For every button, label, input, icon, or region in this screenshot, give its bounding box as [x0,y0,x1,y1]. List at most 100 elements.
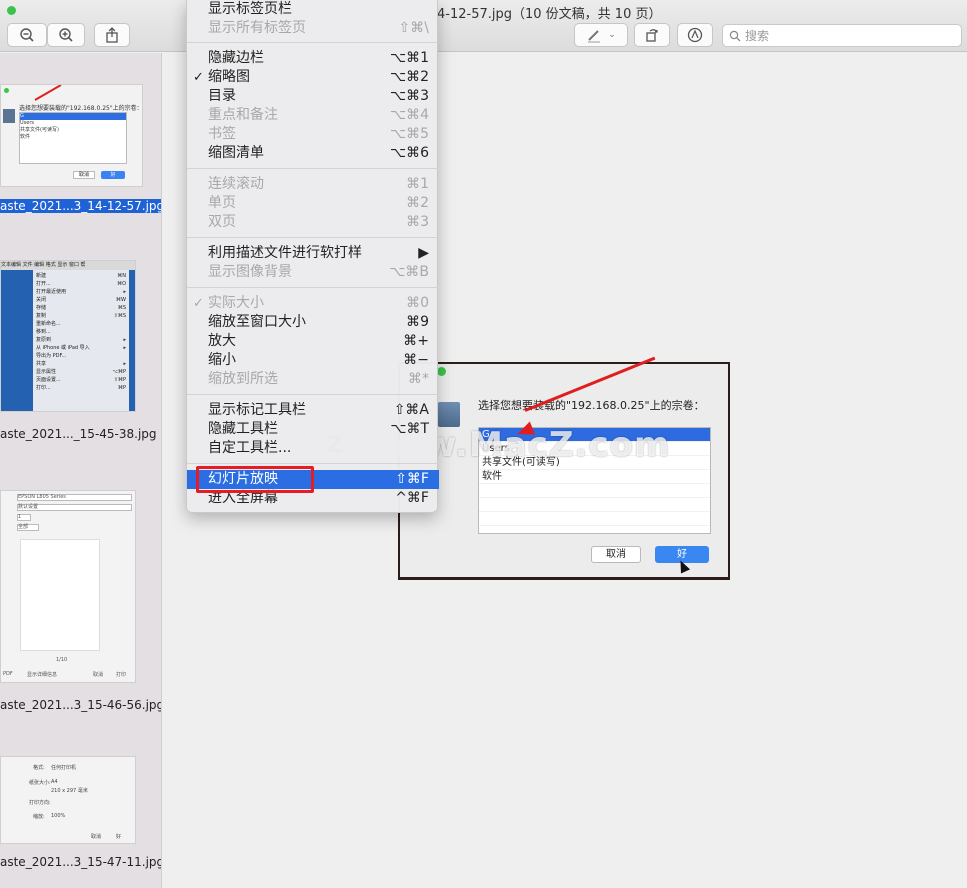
menu-item[interactable]: 缩图清单 ⌥⌘6 [187,144,439,163]
thumb-menu-item-label: 打开最近使用 [36,289,67,295]
thumb-format-value: 任何打印机 [51,765,77,771]
server-volume-icon [438,402,460,427]
menu-item[interactable]: 显示标记工具栏 ⇧⌘A [187,401,439,420]
menu-item-label: 双页 [208,214,236,230]
menu-separator [187,463,439,464]
markup-icon [687,27,703,43]
checkmark-icon: ✓ [193,70,204,85]
thumb-menu-item: 移到... [36,328,126,336]
thumb-format-label: 格式: [33,765,45,771]
thumbnail-4[interactable]: 格式: 任何打印机 纸张大小: A4 210 x 297 毫米 打印方向: 缩放… [0,756,136,844]
thumbnail-3[interactable]: EPSON L805 Series 默认设置 1 全部 1/10 PDF 显示详… [0,490,136,683]
menu-item-shortcut: ⇧⌘A [393,402,429,418]
menu-item: 显示图像背景 ⌥⌘B [187,263,439,282]
menu-item-shortcut: ⌥⌘T [390,421,429,437]
thumb-menu-item-label: 关闭 [36,297,47,303]
thumbnail-caption-3[interactable]: aste_2021...3_15-46-56.jpg [0,698,161,712]
menu-item-label: 利用描述文件进行软打样 [208,245,362,261]
menu-item-shortcut: ⌥⌘1 [389,50,429,66]
menu-item-label: 缩放到所选 [208,371,278,387]
thumb-list-item: 共享文件(可读写) [20,127,59,133]
thumb-menu-item-shortcut: ⌘S [117,305,126,311]
menu-item-label: 目录 [208,88,236,104]
thumb-menu-item-label: 移到... [36,329,51,335]
thumb-menu-item-shortcut: ⌘N [117,273,126,279]
menu-item-label: 单页 [208,195,236,211]
menu-item: ✓ 实际大小 ⌘0 [187,294,439,313]
menu-item-shortcut: ⌘* [408,371,429,387]
thumb-menu-item-shortcut: ▸ [123,337,126,343]
thumb-print-preview [20,539,100,651]
rotate-icon [646,29,658,42]
zoom-out-button[interactable] [7,23,47,47]
thumb-pages-field: 全部 [17,524,39,531]
document-image: 选择您想要装载的"192.168.0.25"上的宗卷： G Users 共享文件… [398,356,730,580]
menu-item[interactable]: 放大 ⌘+ [187,332,439,351]
menu-item-label: 显示所有标签页 [208,20,306,36]
window-title: 4-12-57.jpg（10 份文稿，共 10 页） [437,7,662,22]
menu-item[interactable]: 显示标签页栏 [187,0,439,19]
menu-item: 缩放到所选 ⌘* [187,370,439,389]
thumb-menu-item: 从 iPhone 或 iPad 导入 ▸ [36,344,126,352]
menu-item-shortcut: ⌘9 [406,314,429,330]
thumb-menu-item-shortcut: ▸ [123,361,126,367]
thumb-paper-dims: 210 x 297 毫米 [51,788,88,794]
rotate-button[interactable] [634,23,670,47]
thumbnail-2[interactable]: 文本编辑 文件 编辑 格式 显示 窗口 帮 新建 ⌘N 打开... ⌘O 打开最近使用 ▸… [0,260,136,412]
menu-item[interactable]: 自定工具栏... [187,439,439,458]
menu-item-label: 重点和备注 [208,107,278,123]
share-button[interactable] [94,23,130,47]
volume-item-empty [479,498,710,512]
window-zoom-button[interactable] [7,6,16,15]
menu-item: 显示所有标签页 ⇧⌘\ [187,19,439,38]
menu-item[interactable]: 隐藏工具栏 ⌥⌘T [187,420,439,439]
menu-item[interactable]: 缩放至窗口大小 ⌘9 [187,313,439,332]
thumbnail-caption-2[interactable]: aste_2021..._15-45-38.jpg [0,427,157,441]
menu-item-shortcut: ⌥⌘B [389,264,429,280]
menu-item[interactable]: 隐藏边栏 ⌥⌘1 [187,49,439,68]
menu-item-shortcut: ⌥⌘6 [389,145,429,161]
thumbnail-caption-1[interactable]: aste_2021...3_14-12-57.jpg [0,199,161,213]
menu-item-shortcut: ⇧⌘F [395,471,429,487]
menu-item[interactable]: ✓ 缩略图 ⌥⌘2 [187,68,439,87]
thumbnail-caption-4[interactable]: aste_2021...3_15-47-11.jpg [0,855,161,869]
thumb-print: 打印 [116,672,127,678]
thumbnail-sidebar: 选择您想要装载的"192.168.0.25"上的宗卷： G Users 共享文件… [0,53,162,888]
thumb-menu-item-shortcut: ▸ [123,289,126,295]
thumb-list-item: G [20,113,126,120]
zoom-in-button[interactable] [47,23,85,47]
thumb-list-item: 软件 [20,134,31,140]
thumb-cancel: 取消 [73,171,95,179]
menu-item: 书签 ⌥⌘5 [187,125,439,144]
menu-item-label: 书签 [208,126,236,142]
menu-separator [187,42,439,43]
thumb-paper-label: 纸张大小: [29,780,51,786]
thumb-volume-list: G Users 共享文件(可读写) 软件 [19,112,127,164]
menu-item[interactable]: 目录 ⌥⌘3 [187,87,439,106]
search-field[interactable]: 搜索 [722,24,962,47]
menu-item-shortcut: ⌘1 [406,176,429,192]
thumb-ok: 好 [116,834,122,840]
menu-item[interactable]: 利用描述文件进行软打样 ▶ [187,244,439,263]
menu-item: 连续滚动 ⌘1 [187,175,439,194]
menu-item[interactable]: 缩小 ⌘− [187,351,439,370]
volume-item: 软件 [479,470,710,484]
markup-pen-button[interactable]: ⌄ [574,23,628,47]
thumb-menu-item: 关闭 ⌘W [36,296,126,304]
thumb-menu-item: 导出为 PDF... [36,352,126,360]
menu-item-shortcut: ⌘+ [403,333,429,349]
thumb-scale-value: 100% [51,813,66,819]
thumb-menu-item: 新建 ⌘N [36,272,126,280]
markup-toolbar-button[interactable] [677,23,713,47]
pen-icon [588,30,601,43]
thumbnail-1[interactable]: 选择您想要装载的"192.168.0.25"上的宗卷： G Users 共享文件… [0,84,143,187]
menu-item-label: 隐藏边栏 [208,50,264,66]
thumb-menu-item: 复原到 ▸ [36,336,126,344]
share-icon [106,27,118,43]
thumb-scale-label: 缩放: [33,814,45,820]
thumb-menu-item-label: 打开... [36,281,51,287]
thumb-menu-item-label: 导出为 PDF... [36,353,67,359]
thumb-menu-item-shortcut: ⇧⌘S [113,313,126,319]
search-icon [729,30,741,41]
thumb-menu-item: 复制 ⇧⌘S [36,312,126,320]
